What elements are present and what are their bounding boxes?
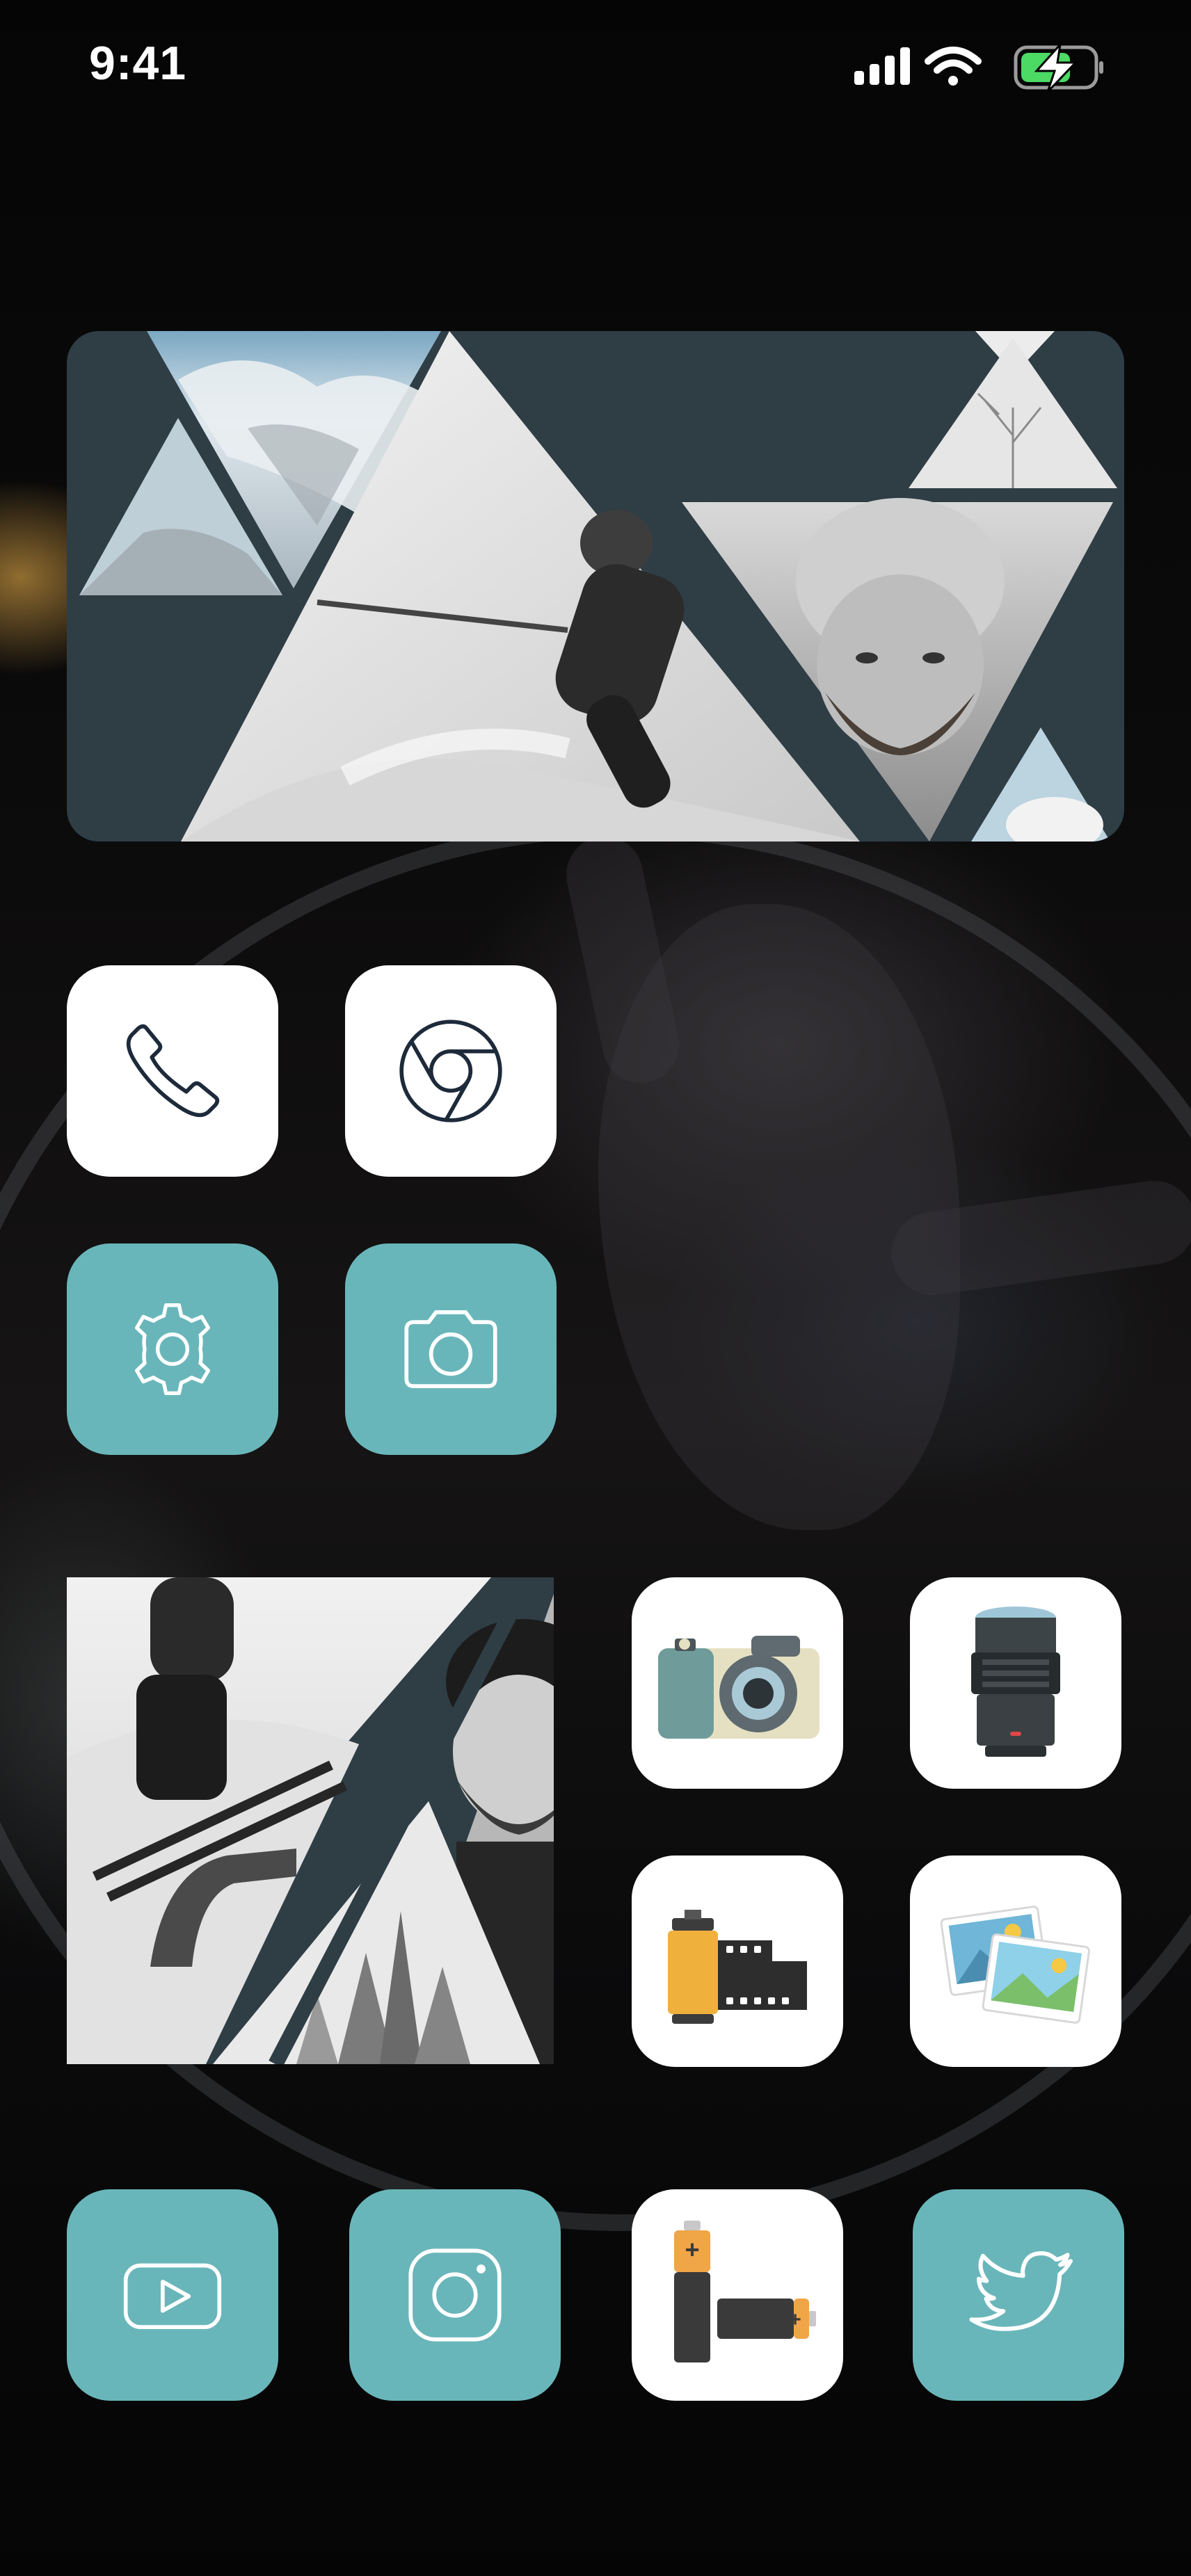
chrome-icon xyxy=(399,1020,502,1122)
chrome-app[interactable]: chrome-app xyxy=(345,965,557,1177)
photo-collage-widget-large[interactable] xyxy=(67,331,1124,842)
cellular-signal-icon xyxy=(854,47,910,85)
cloud-photo-triangle xyxy=(971,727,1110,842)
svg-text:+: + xyxy=(789,2308,801,2331)
camera-app[interactable]: camera-app xyxy=(345,1243,557,1455)
batteries-icon: + + xyxy=(674,2221,816,2362)
film-roll-icon xyxy=(668,1910,807,2024)
battery-charging-icon xyxy=(1014,41,1103,93)
settings-app[interactable]: settings-app xyxy=(67,1243,278,1455)
photos-app[interactable]: photos-app xyxy=(910,1855,1121,2067)
camera-icon xyxy=(404,1310,497,1388)
status-time: 9:41 xyxy=(89,37,187,90)
play-icon xyxy=(123,2263,222,2329)
bird-icon xyxy=(969,2251,1073,2331)
twitter-app[interactable]: twitter-app xyxy=(913,2189,1124,2401)
phone-app[interactable]: phone-app xyxy=(67,965,278,1177)
photos-icon xyxy=(940,1906,1091,2024)
photo-collage-widget-small[interactable] xyxy=(67,1577,554,2064)
svg-text:+: + xyxy=(685,2235,699,2264)
camera-lens-icon xyxy=(971,1607,1060,1757)
instagram-app[interactable]: instagram-app xyxy=(349,2189,561,2401)
retro-camera-icon xyxy=(658,1636,820,1739)
batteries-app[interactable]: batteries-app + + xyxy=(632,2189,843,2401)
wifi-icon xyxy=(925,47,982,86)
phone-icon xyxy=(126,1024,220,1118)
home-screen: 9:41 + + xyxy=(0,0,1191,2576)
gear-icon xyxy=(135,1303,211,1395)
retro-camera-app[interactable]: retro-camera-app xyxy=(632,1577,843,1789)
youtube-app[interactable]: youtube-app xyxy=(67,2189,278,2401)
instagram-icon xyxy=(408,2248,502,2342)
tree-photo-triangle xyxy=(909,331,1117,488)
lens-app[interactable]: lens-app xyxy=(910,1577,1121,1789)
status-icons xyxy=(854,41,1105,97)
film-roll-app[interactable]: film-roll-app xyxy=(632,1855,843,2067)
